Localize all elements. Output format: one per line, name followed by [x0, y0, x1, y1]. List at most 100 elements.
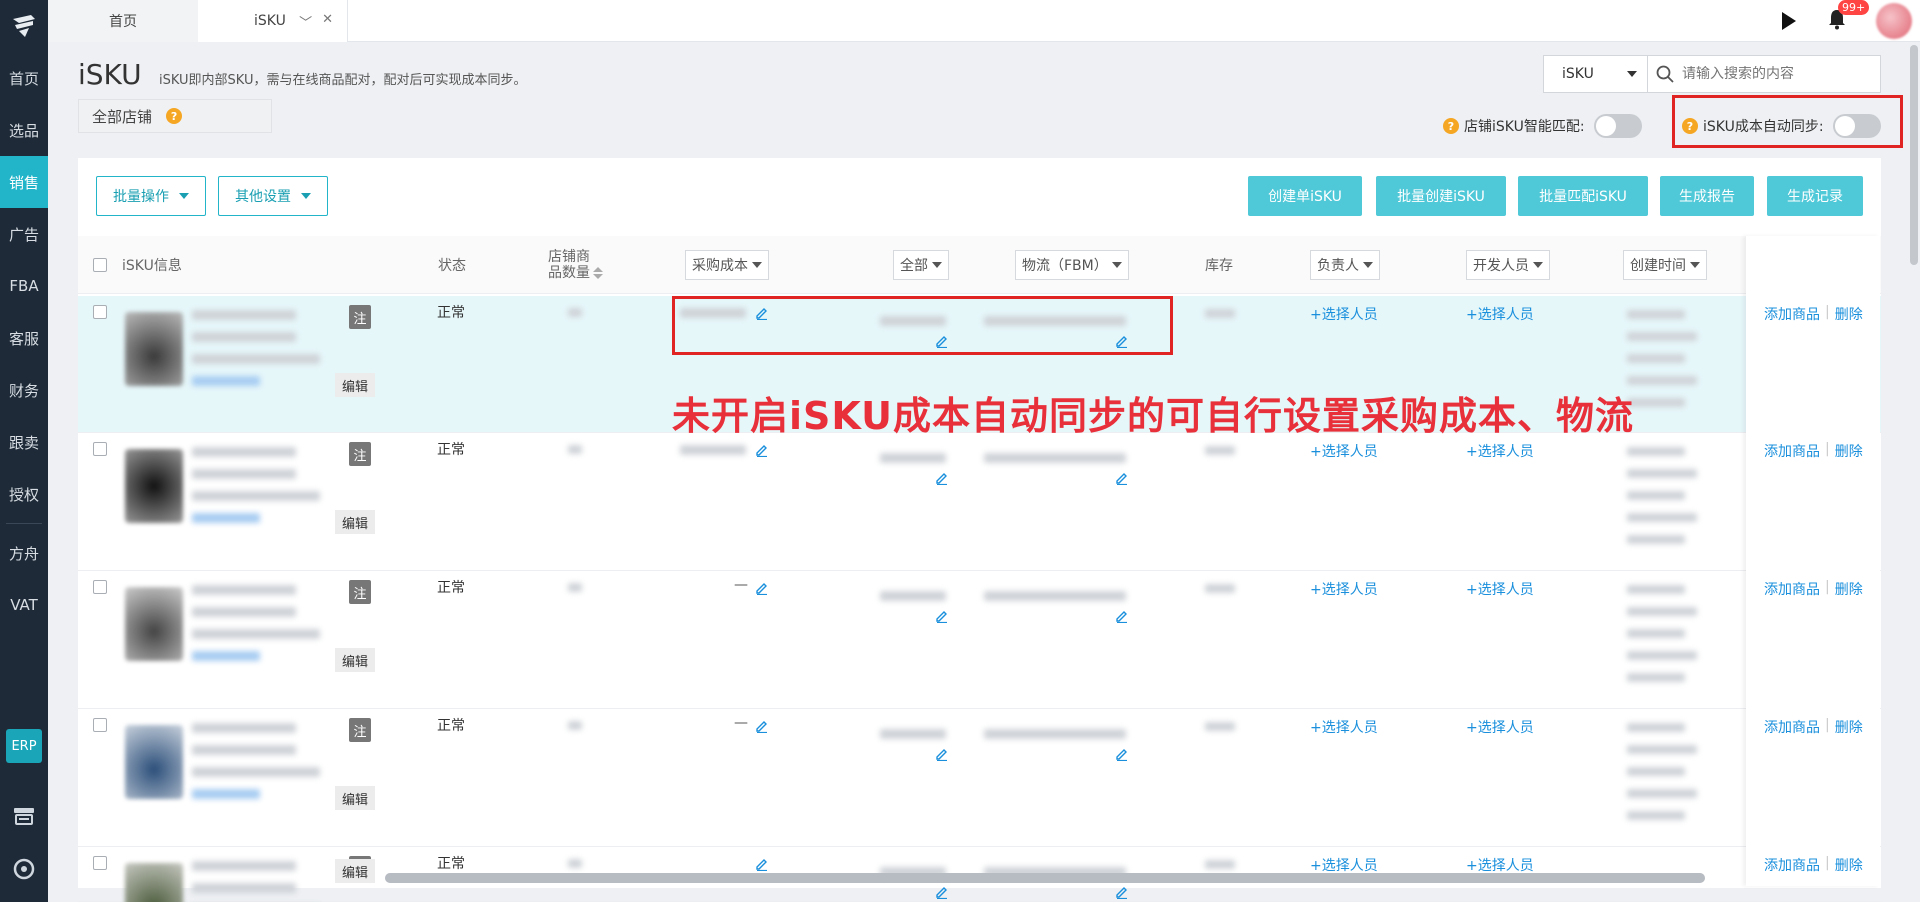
store-icon[interactable] [12, 804, 36, 828]
avatar[interactable] [1876, 3, 1912, 39]
sidebar-item-follow[interactable]: 跟卖 [0, 416, 48, 468]
sidebar-item-sales[interactable]: 销售 [0, 156, 48, 208]
generate-report-button[interactable]: 生成报告 [1660, 176, 1754, 216]
smart-match-switch[interactable] [1593, 114, 1642, 138]
add-product-link[interactable]: 添加商品 [1764, 441, 1820, 461]
edit-all-icon[interactable] [935, 471, 949, 486]
edit-logistics-icon[interactable] [1115, 885, 1129, 900]
sidebar-item-vat[interactable]: VAT [0, 579, 48, 631]
support-icon[interactable] [12, 857, 36, 881]
add-product-link[interactable]: 添加商品 [1764, 717, 1820, 737]
note-tag[interactable]: 注 [349, 718, 371, 742]
edit-tag[interactable]: 编辑 [335, 373, 375, 397]
flag-icon[interactable] [1780, 11, 1798, 31]
search-type-select[interactable]: iSKU [1544, 56, 1648, 92]
select-developer-link[interactable]: +选择人员 [1466, 304, 1534, 324]
help-icon[interactable]: ? [166, 108, 183, 124]
note-tag[interactable]: 注 [349, 442, 371, 466]
delete-link[interactable]: 删除 [1835, 579, 1863, 599]
sort-icon[interactable] [593, 267, 603, 279]
delete-link[interactable]: 删除 [1835, 304, 1863, 324]
other-settings-button[interactable]: 其他设置 [218, 176, 328, 216]
note-tag[interactable]: 注 [349, 305, 371, 329]
chevron-down-icon[interactable]: ﹀ [299, 12, 312, 31]
row-checkbox[interactable] [93, 718, 107, 732]
delete-link[interactable]: 删除 [1835, 855, 1863, 875]
select-owner-link[interactable]: +选择人员 [1310, 855, 1378, 875]
select-owner-link[interactable]: +选择人员 [1310, 717, 1378, 737]
edit-logistics-icon[interactable] [1115, 609, 1129, 624]
edit-logistics-icon[interactable] [1115, 471, 1129, 486]
close-icon[interactable]: ✕ [322, 12, 333, 31]
app-logo[interactable] [0, 0, 48, 52]
edit-tag[interactable]: 编辑 [335, 510, 375, 534]
sidebar-item-ads[interactable]: 广告 [0, 208, 48, 260]
tab-home[interactable]: 首页 [48, 0, 198, 42]
sidebar-item-ark[interactable]: 方舟 [0, 527, 48, 579]
select-developer-link[interactable]: +选择人员 [1466, 855, 1534, 875]
store-filter[interactable]: 全部店铺 ? [78, 99, 272, 133]
search-input[interactable] [1682, 66, 1872, 82]
caret-down-icon [1690, 262, 1700, 268]
batch-ops-button[interactable]: 批量操作 [96, 176, 206, 216]
sidebar-item-fba[interactable]: FBA [0, 260, 48, 312]
delete-link[interactable]: 删除 [1835, 717, 1863, 737]
select-owner-link[interactable]: +选择人员 [1310, 441, 1378, 461]
edit-tag[interactable]: 编辑 [335, 648, 375, 672]
search-icon[interactable] [1656, 65, 1674, 83]
sidebar-item-auth[interactable]: 授权 [0, 468, 48, 520]
th-store-count[interactable]: 店铺商 品数量 [548, 236, 603, 294]
add-product-link[interactable]: 添加商品 [1764, 304, 1820, 324]
help-icon[interactable]: ? [1443, 118, 1459, 134]
purchase-cost-filter[interactable]: 采购成本 [685, 250, 769, 280]
edit-purchase-cost-icon[interactable] [755, 443, 769, 458]
edit-purchase-cost-icon[interactable] [755, 719, 769, 734]
edit-logistics-icon[interactable] [1115, 747, 1129, 762]
row-checkbox[interactable] [93, 305, 107, 319]
horizontal-scrollbar-thumb[interactable] [385, 873, 1705, 883]
all-filter[interactable]: 全部 [893, 250, 949, 280]
select-developer-link[interactable]: +选择人员 [1466, 717, 1534, 737]
edit-tag[interactable]: 编辑 [335, 786, 375, 810]
row-checkbox[interactable] [93, 442, 107, 456]
redacted-count [568, 583, 582, 592]
add-product-link[interactable]: 添加商品 [1764, 855, 1820, 875]
sidebar-item-home[interactable]: 首页 [0, 52, 48, 104]
tab-isku[interactable]: iSKU ﹀ ✕ [198, 0, 348, 42]
note-tag[interactable]: 注 [349, 580, 371, 604]
redacted-text [192, 469, 296, 479]
batch-match-isku-button[interactable]: 批量匹配iSKU [1518, 176, 1648, 216]
sidebar-item-selection[interactable]: 选品 [0, 104, 48, 156]
product-thumbnail [125, 587, 183, 661]
owner-filter[interactable]: 负责人 [1310, 250, 1380, 280]
edit-all-icon[interactable] [935, 747, 949, 762]
empty-cost: — [734, 715, 748, 731]
select-owner-link[interactable]: +选择人员 [1310, 304, 1378, 324]
developer-filter[interactable]: 开发人员 [1466, 250, 1550, 280]
delete-link[interactable]: 删除 [1835, 441, 1863, 461]
vertical-scrollbar[interactable] [1910, 45, 1918, 265]
row-checkbox[interactable] [93, 580, 107, 594]
horizontal-scrollbar[interactable] [385, 873, 1705, 883]
edit-all-icon[interactable] [935, 885, 949, 900]
batch-create-isku-button[interactable]: 批量创建iSKU [1376, 176, 1506, 216]
edit-all-icon[interactable] [935, 609, 949, 624]
create-single-isku-button[interactable]: 创建单iSKU [1248, 176, 1362, 216]
notification-bell[interactable]: 99+ [1826, 0, 1870, 34]
sidebar-item-service[interactable]: 客服 [0, 312, 48, 364]
select-developer-link[interactable]: +选择人员 [1466, 579, 1534, 599]
created-time-filter[interactable]: 创建时间 [1623, 250, 1707, 280]
select-owner-link[interactable]: +选择人员 [1310, 579, 1378, 599]
sidebar-item-finance[interactable]: 财务 [0, 364, 48, 416]
edit-purchase-cost-icon[interactable] [755, 581, 769, 596]
logistics-filter[interactable]: 物流（FBM） [1015, 250, 1129, 280]
edit-purchase-cost-icon[interactable] [755, 857, 769, 872]
add-product-link[interactable]: 添加商品 [1764, 579, 1820, 599]
edit-tag[interactable]: 编辑 [335, 859, 375, 883]
select-all-checkbox[interactable] [93, 258, 107, 272]
erp-button[interactable]: ERP [6, 729, 42, 763]
select-developer-link[interactable]: +选择人员 [1466, 441, 1534, 461]
redacted-text [192, 629, 320, 639]
row-checkbox[interactable] [93, 856, 107, 870]
generate-record-button[interactable]: 生成记录 [1767, 176, 1863, 216]
